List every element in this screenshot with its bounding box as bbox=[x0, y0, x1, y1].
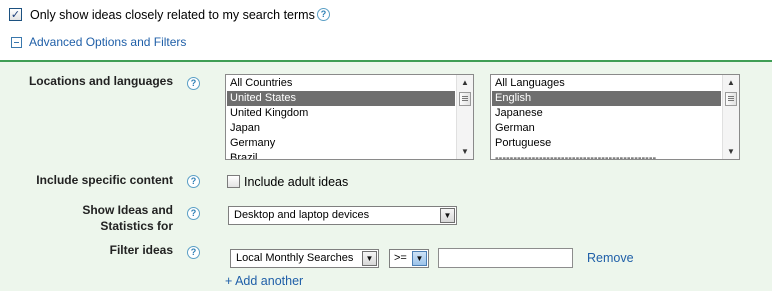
help-icon[interactable]: ? bbox=[187, 77, 200, 90]
scroll-thumb[interactable] bbox=[459, 92, 471, 106]
list-item[interactable]: Japan bbox=[227, 121, 455, 136]
devices-select-value: Desktop and laptop devices bbox=[234, 209, 370, 221]
devices-select[interactable]: Desktop and laptop devices ▼ bbox=[228, 206, 457, 225]
operator-select[interactable]: >= ▼ bbox=[389, 249, 429, 268]
languages-listbox[interactable]: All Languages English Japanese German Portug… bbox=[490, 74, 740, 160]
help-icon[interactable]: ? bbox=[187, 175, 200, 188]
scroll-down-icon[interactable]: ▼ bbox=[457, 144, 473, 159]
list-item[interactable]: ----------------------------------------… bbox=[492, 151, 721, 159]
help-icon[interactable]: ? bbox=[317, 8, 330, 21]
list-item[interactable]: Portuguese bbox=[492, 136, 721, 151]
only-related-label: Only show ideas closely related to my se… bbox=[30, 8, 315, 22]
add-another-filter-link[interactable]: + Add another bbox=[225, 273, 303, 289]
list-item[interactable]: United States bbox=[227, 91, 455, 106]
help-icon[interactable]: ? bbox=[187, 246, 200, 259]
dropdown-arrow-icon[interactable]: ▼ bbox=[362, 251, 377, 266]
locations-scrollbar[interactable]: ▲ ▼ bbox=[456, 75, 473, 159]
remove-filter-link[interactable]: Remove bbox=[587, 250, 634, 266]
languages-scrollbar[interactable]: ▲ ▼ bbox=[722, 75, 739, 159]
list-item[interactable]: Brazil bbox=[227, 151, 455, 159]
filter-value-input[interactable] bbox=[438, 248, 573, 268]
include-content-label: Include specific content bbox=[36, 173, 173, 187]
list-item[interactable]: United Kingdom bbox=[227, 106, 455, 121]
operator-value: >= bbox=[394, 252, 407, 264]
filter-field-value: Local Monthly Searches bbox=[236, 252, 354, 264]
list-item[interactable]: Germany bbox=[227, 136, 455, 151]
help-icon[interactable]: ? bbox=[187, 207, 200, 220]
list-item[interactable]: Japanese bbox=[492, 106, 721, 121]
list-item[interactable]: English bbox=[492, 91, 721, 106]
checkmark-icon: ✓ bbox=[10, 8, 21, 21]
list-item[interactable]: German bbox=[492, 121, 721, 136]
scroll-thumb[interactable] bbox=[725, 92, 737, 106]
filter-ideas-label: Filter ideas bbox=[109, 243, 173, 257]
list-item[interactable]: All Countries bbox=[227, 76, 455, 91]
show-ideas-label-line1: Show Ideas and bbox=[82, 203, 173, 217]
scroll-up-icon[interactable]: ▲ bbox=[723, 75, 739, 90]
adult-ideas-label: Include adult ideas bbox=[244, 175, 349, 189]
dropdown-arrow-icon[interactable]: ▼ bbox=[412, 251, 427, 266]
scroll-up-icon[interactable]: ▲ bbox=[457, 75, 473, 90]
list-item[interactable]: All Languages bbox=[492, 76, 721, 91]
adult-ideas-checkbox[interactable] bbox=[227, 175, 240, 188]
filter-field-select[interactable]: Local Monthly Searches ▼ bbox=[230, 249, 379, 268]
locations-listbox[interactable]: All Countries United States United Kingdom… bbox=[225, 74, 474, 160]
languages-list: All Languages English Japanese German Portug… bbox=[492, 76, 721, 159]
advanced-options-link[interactable]: Advanced Options and Filters bbox=[29, 34, 186, 50]
dropdown-arrow-icon[interactable]: ▼ bbox=[440, 208, 455, 223]
show-ideas-label-line2: Statistics for bbox=[100, 219, 173, 233]
scroll-down-icon[interactable]: ▼ bbox=[723, 144, 739, 159]
locations-languages-label: Locations and languages bbox=[28, 74, 173, 88]
collapse-icon[interactable] bbox=[11, 37, 22, 48]
only-related-checkbox[interactable]: ✓ bbox=[9, 8, 22, 21]
locations-list: All Countries United States United Kingdom… bbox=[227, 76, 455, 159]
